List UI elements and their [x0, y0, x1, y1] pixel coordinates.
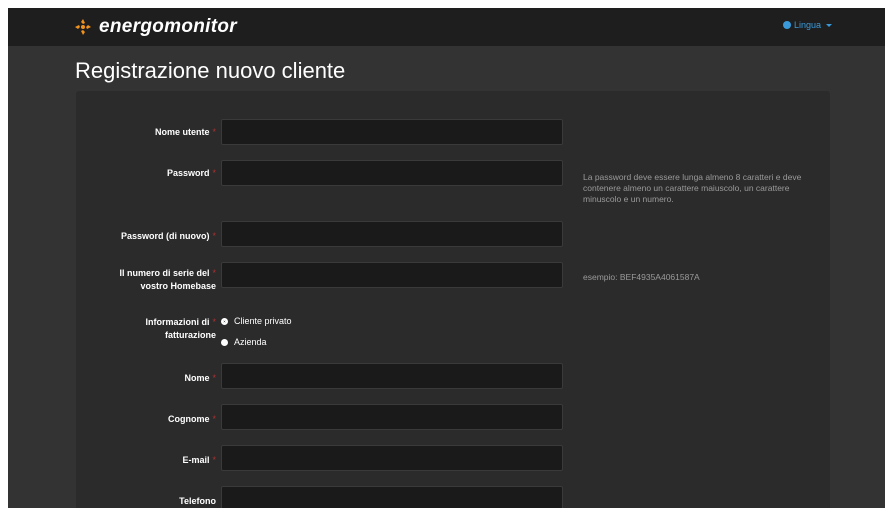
- required-marker: *: [212, 414, 216, 424]
- radio-unchecked-icon[interactable]: [221, 338, 228, 346]
- first-name-label: Nome *: [184, 373, 216, 383]
- app-window: energomonitor Lingua Registrazione nuovo…: [8, 8, 885, 508]
- serial-label: Il numero di serie del * vostro Homebase: [119, 268, 216, 291]
- serial-help-text: esempio: BEF4935A4061587A: [583, 272, 700, 282]
- username-input[interactable]: [221, 119, 563, 145]
- page-title: Registrazione nuovo cliente: [75, 58, 346, 83]
- required-marker: *: [212, 268, 216, 278]
- first-name-input[interactable]: [221, 363, 563, 389]
- password-label: Password *: [166, 168, 216, 178]
- brand-name: energomonitor: [99, 16, 237, 37]
- password-help-text: La password deve essere lunga almeno 8 c…: [583, 172, 802, 204]
- required-marker: *: [212, 168, 216, 178]
- navbar: energomonitor Lingua: [8, 8, 885, 46]
- username-label: Nome utente *: [154, 127, 216, 137]
- required-marker: *: [212, 373, 216, 383]
- language-dropdown[interactable]: Lingua: [783, 20, 833, 30]
- required-marker: *: [212, 231, 216, 241]
- billing-option-private[interactable]: Cliente privato: [221, 316, 292, 326]
- language-label: Lingua: [794, 20, 822, 30]
- globe-icon: [783, 21, 791, 29]
- registration-form: Nome utente * Password * La password deve …: [76, 91, 830, 508]
- password-repeat-input[interactable]: [221, 221, 563, 247]
- required-marker: *: [212, 127, 216, 137]
- brand[interactable]: energomonitor: [74, 14, 237, 40]
- caret-down-icon: [826, 23, 833, 27]
- serial-input[interactable]: [221, 262, 563, 288]
- required-marker: *: [212, 317, 216, 327]
- billing-label: Informazioni di * fatturazione: [145, 317, 216, 340]
- phone-input[interactable]: [221, 486, 563, 508]
- phone-label: Telefono: [179, 496, 216, 506]
- email-label: E-mail *: [182, 455, 216, 465]
- last-name-input[interactable]: [221, 404, 563, 430]
- email-input[interactable]: [221, 445, 563, 471]
- password-input[interactable]: [221, 160, 563, 186]
- password-repeat-label: Password (di nuovo) *: [120, 231, 216, 241]
- billing-option-company[interactable]: Azienda: [221, 337, 267, 347]
- last-name-label: Cognome *: [167, 414, 216, 424]
- required-marker: *: [212, 455, 216, 465]
- energomonitor-logo-icon: [75, 19, 91, 35]
- radio-checked-icon[interactable]: [221, 317, 228, 325]
